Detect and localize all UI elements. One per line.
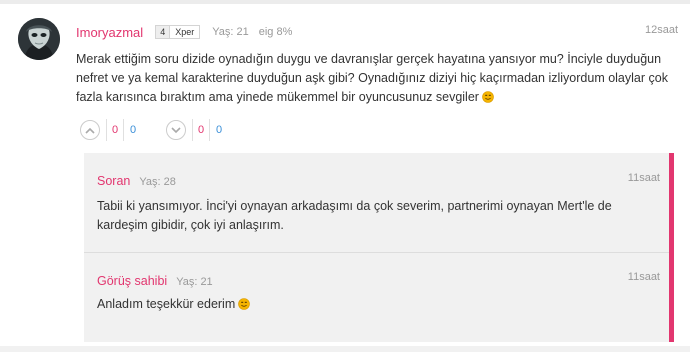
chevron-up-icon: [85, 127, 95, 134]
comment-username[interactable]: Imoryazmal: [76, 25, 143, 40]
reply-text: Tabii ki yansımıyor. İnci'yi oynayan ark…: [97, 199, 612, 232]
reply-author-line: Görüş sahibi Yaş: 21: [97, 274, 213, 288]
reply-author[interactable]: Görüş sahibi: [97, 274, 167, 288]
downvote-counts: 0 0: [192, 119, 228, 141]
comment-header: Imoryazmal 4 Xper Yaş: 21 eig 8%: [76, 24, 292, 40]
upvote-group: 0 0: [80, 119, 142, 141]
upvote-count-male: 0: [129, 124, 137, 136]
comment-eig: eig 8%: [258, 26, 293, 38]
reply-thread: Soran Yaş: 28 11saat Tabii ki yansımıyor.…: [84, 153, 674, 342]
chevron-down-icon: [171, 126, 181, 133]
avatar[interactable]: [18, 18, 60, 60]
reply-item: Soran Yaş: 28 11saat Tabii ki yansımıyor.…: [84, 153, 669, 252]
reply-age: Yaş: 28: [139, 176, 176, 188]
reply-author[interactable]: Soran: [97, 174, 130, 188]
comment-body: Merak ettiğim soru dizide oynadığın duyg…: [76, 50, 676, 109]
upvote-count-female: 0: [111, 124, 119, 136]
reply-text: Anladım teşekkür ederim: [97, 297, 236, 311]
upvote-button[interactable]: [80, 120, 100, 140]
reply-author-line: Soran Yaş: 28: [97, 174, 176, 188]
downvote-group: 0 0: [166, 119, 228, 141]
xper-level: 4: [156, 26, 171, 38]
downvote-count-female: 0: [197, 124, 205, 136]
reply-item: Görüş sahibi Yaş: 21 11saat Anladım teşek…: [84, 253, 669, 342]
downvote-count-male: 0: [215, 124, 223, 136]
upvote-counts: 0 0: [106, 119, 142, 141]
xper-label: Xper: [175, 27, 195, 37]
comment-time: 12saat: [644, 24, 678, 36]
bottom-divider: [0, 346, 690, 352]
reply-body: Anladım teşekkür ederim: [97, 295, 617, 316]
vote-bar: 0 0 0 0: [80, 119, 228, 141]
comment-text: Merak ettiğim soru dizide oynadığın duyg…: [76, 52, 668, 104]
comment-age: Yaş: 21: [212, 26, 249, 38]
masked-avatar-icon: [18, 18, 60, 60]
xper-badge: 4 Xper: [155, 25, 201, 39]
smile-emoji-icon: [482, 90, 494, 109]
smile-emoji-icon: [238, 297, 251, 316]
reply-time: 11saat: [627, 271, 660, 283]
downvote-button[interactable]: [166, 120, 186, 140]
reply-age: Yaş: 21: [176, 276, 213, 288]
reply-time: 11saat: [627, 172, 660, 184]
top-divider: [0, 0, 690, 4]
